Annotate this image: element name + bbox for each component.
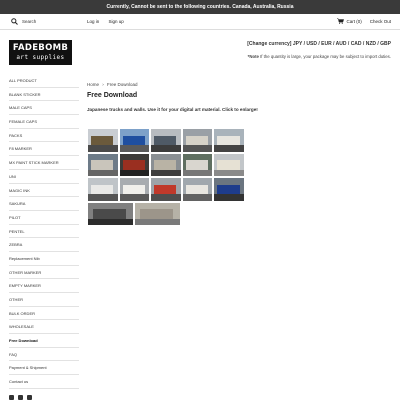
sidebar-item-magic-ink[interactable]: MAGIC INK (9, 184, 79, 198)
sidebar-item-zebra[interactable]: ZEBRA (9, 238, 79, 252)
gallery-thumbnail[interactable] (87, 128, 119, 153)
sidebar-item-sakura[interactable]: SAKURA (9, 197, 79, 211)
signup-link[interactable]: Sign up (109, 19, 124, 24)
gallery-thumbnail[interactable] (87, 177, 119, 202)
cart-icon[interactable] (337, 18, 345, 24)
currency-usd[interactable]: USD (306, 41, 317, 47)
facebook-icon[interactable] (9, 395, 14, 400)
gallery-thumbnail[interactable] (87, 201, 134, 226)
cart-link[interactable]: Cart (0) (346, 19, 361, 24)
checkout-link[interactable]: Check Out (370, 19, 391, 24)
sidebar-item-female-caps[interactable]: FEMALE CAPS (9, 115, 79, 129)
gallery-thumbnail[interactable] (118, 152, 151, 177)
search-input[interactable] (22, 17, 72, 26)
sidebar-item-male-caps[interactable]: MALE CAPS (9, 101, 79, 116)
sidebar-item-f8-marker[interactable]: F8 MARKER (9, 142, 79, 157)
sidebar-item-other-marker[interactable]: OTHER MARKER (9, 266, 79, 280)
gallery-thumbnail[interactable] (118, 177, 151, 202)
sidebar-item-free-download[interactable]: Free Download (9, 334, 79, 348)
note-text: If the quantity is large, your package m… (258, 54, 391, 59)
currency-switcher: [Change currency] JPY / USD / EUR / AUD … (247, 41, 391, 47)
sidebar-item-replacement-nib[interactable]: Replacement Nib (9, 252, 79, 266)
instagram-icon[interactable] (18, 395, 23, 400)
sidebar-item-bulk-order[interactable]: BULK ORDER (9, 307, 79, 321)
logo-line2: art supplies (16, 54, 65, 61)
sidebar-item-packs[interactable]: PACKS (9, 129, 79, 143)
sidebar-item-other[interactable]: OTHER (9, 293, 79, 307)
currency-eur[interactable]: EUR (321, 41, 332, 47)
currency-jpy[interactable]: JPY (293, 41, 302, 47)
sidebar-item-uni[interactable]: UNI (9, 170, 79, 184)
breadcrumb: Home › Free Download (87, 82, 140, 87)
page-title: Free Download (87, 92, 138, 99)
gallery-thumbnail[interactable] (150, 177, 182, 202)
sidebar-item-blank-sticker[interactable]: BLANK STICKER (9, 88, 79, 102)
page-description: Japanese trucks and walls. Use it for yo… (87, 107, 258, 112)
login-link[interactable]: Log in (87, 19, 99, 24)
import-duty-note: *Note If the quantity is large, your pac… (248, 54, 391, 59)
currency-nzd[interactable]: NZD (366, 41, 376, 47)
sidebar-item-pentel[interactable]: PENTEL (9, 225, 79, 239)
sidebar-item-empty-marker[interactable]: EMPTY MARKER (9, 279, 79, 293)
gallery-thumbnail[interactable] (150, 128, 182, 153)
gallery-thumbnail[interactable] (213, 128, 245, 153)
currency-gbp[interactable]: GBP (380, 41, 391, 47)
currency-cad[interactable]: CAD (351, 41, 362, 47)
sidebar-nav: ALL PRODUCT BLANK STICKER MALE CAPS FEMALE … (9, 74, 79, 389)
sidebar-item-mx-paint-stick-marker[interactable]: MX PAINT STICK MARKER (9, 156, 79, 170)
gallery-thumbnail[interactable] (118, 128, 151, 153)
sidebar-item-payment-shipment[interactable]: Payment & Shipment (9, 361, 79, 376)
gallery-thumbnail[interactable] (213, 177, 245, 202)
search-icon[interactable] (11, 18, 18, 25)
site-logo[interactable]: FADEBOMB art supplies (9, 40, 72, 65)
sidebar-item-contact-us[interactable]: Contact us (9, 375, 79, 389)
gallery-thumbnail[interactable] (213, 152, 245, 177)
note-label: *Note (247, 54, 259, 59)
breadcrumb-current: Free Download (107, 82, 138, 87)
currency-aud[interactable]: AUD (336, 41, 347, 47)
breadcrumb-separator: › (102, 82, 104, 87)
youtube-icon[interactable] (27, 395, 32, 400)
gallery-thumbnail[interactable] (181, 128, 214, 153)
sidebar-item-wholesale[interactable]: WHOLESALE (9, 320, 79, 335)
social-links (9, 395, 32, 400)
top-bar: Log in Sign up Cart (0) Check Out (0, 14, 400, 30)
gallery-thumbnail[interactable] (150, 152, 182, 177)
gallery-thumbnail[interactable] (181, 152, 214, 177)
change-currency-label: [Change currency] (247, 41, 293, 47)
breadcrumb-home[interactable]: Home (87, 82, 99, 87)
sidebar-item-all-product[interactable]: ALL PRODUCT (9, 74, 79, 88)
gallery-thumbnail[interactable] (181, 177, 214, 202)
sidebar-item-pilot[interactable]: PILOT (9, 211, 79, 225)
announcement-bar: Currently, Cannot be sent to the followi… (0, 0, 400, 14)
gallery-thumbnail[interactable] (87, 152, 119, 177)
gallery-thumbnail[interactable] (134, 201, 181, 226)
logo-line1: FADEBOMB (12, 43, 69, 53)
sidebar-item-faq[interactable]: FAQ (9, 348, 79, 362)
